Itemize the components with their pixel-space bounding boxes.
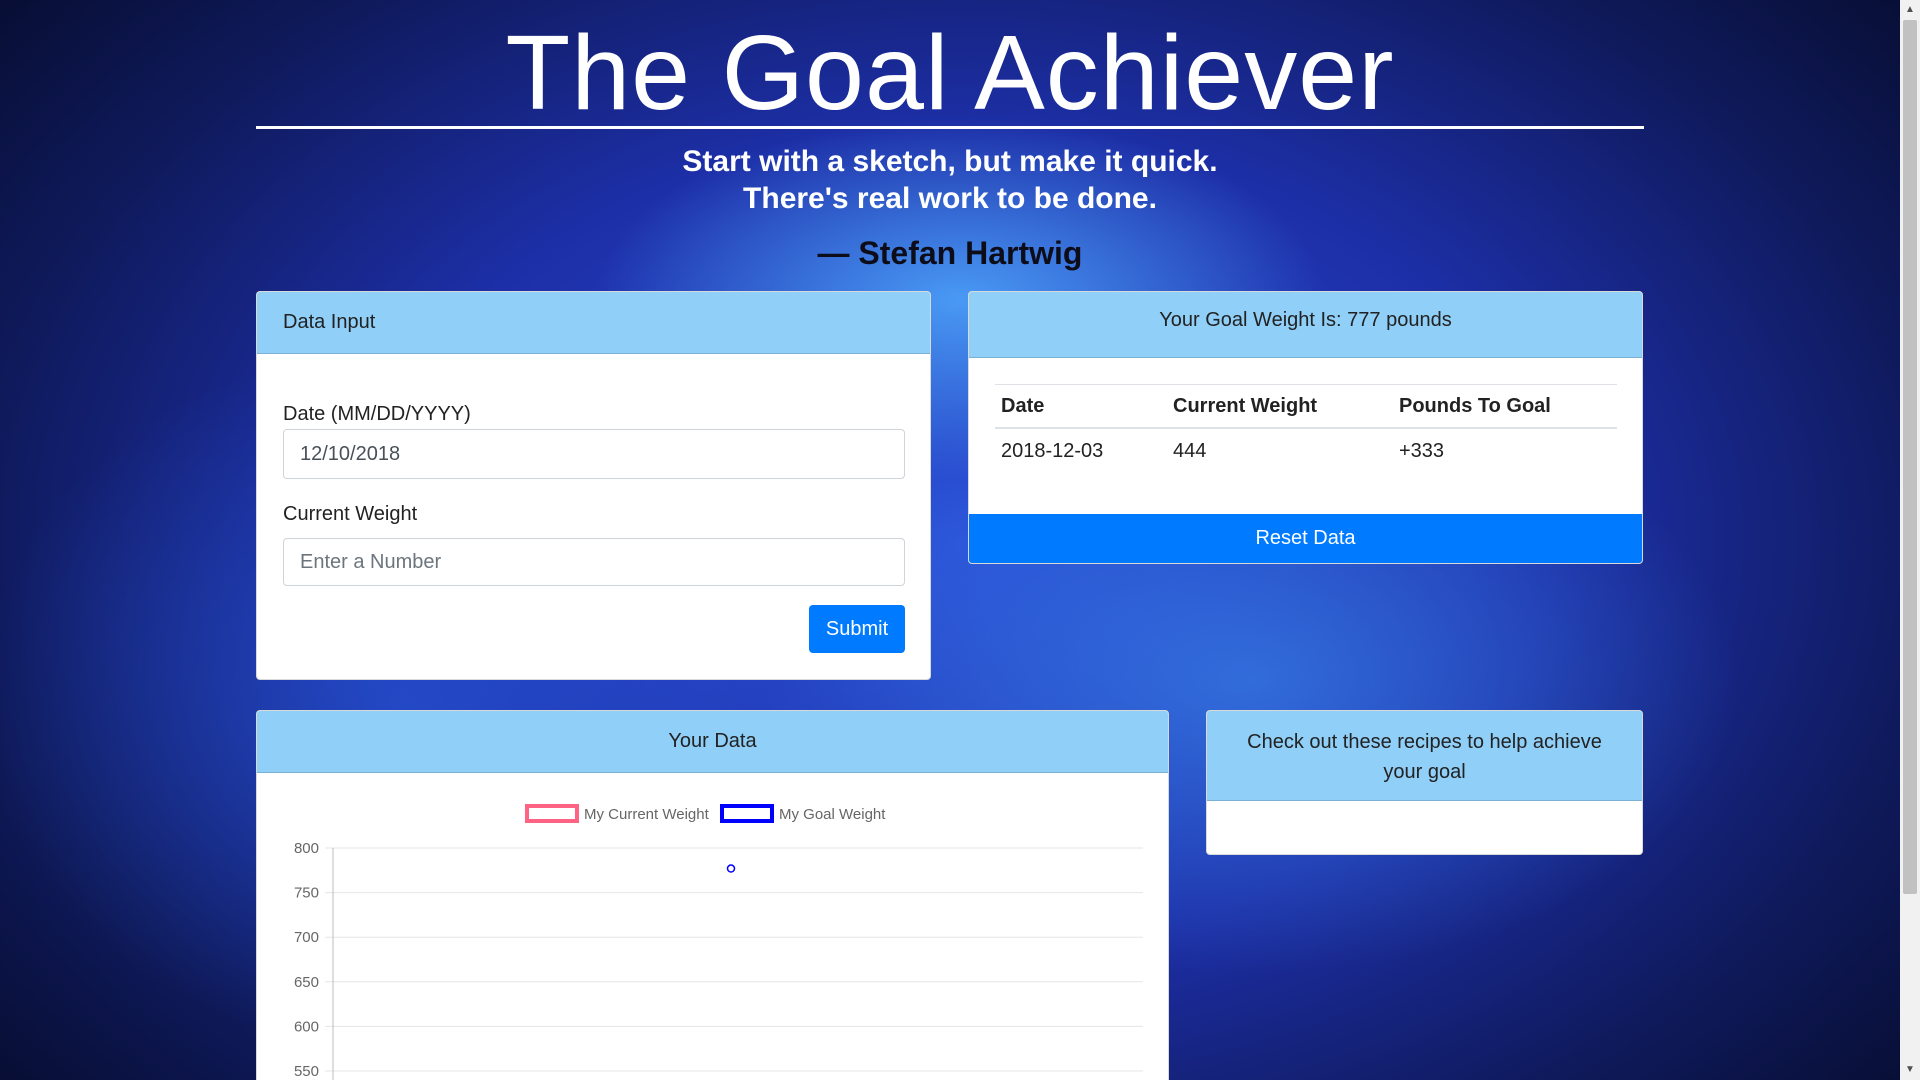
table-row: 2018-12-03 444 +333 [995, 428, 1617, 473]
data-input-card-title: Data Input [257, 292, 930, 354]
recipes-card-title: Check out these recipes to help achieve … [1207, 711, 1642, 801]
data-input-card: Data Input Date (MM/DD/YYYY) Current Wei… [256, 291, 931, 680]
column-header-date: Date [995, 384, 1167, 429]
scroll-down-arrow-icon[interactable]: ▼ [1900, 1060, 1920, 1080]
column-header-current-weight: Current Weight [1167, 384, 1393, 429]
table-header-row: Date Current Weight Pounds To Goal [995, 384, 1617, 429]
vertical-scrollbar[interactable]: ▲ ▼ [1900, 0, 1920, 1080]
y-tick-label: 750 [294, 885, 319, 902]
weight-history-table: Date Current Weight Pounds To Goal 2018-… [995, 384, 1617, 473]
row-current-weight: 444 [1173, 439, 1207, 462]
data-point-goal-weight [726, 864, 736, 873]
quote-line-1: Start with a sketch, but make it quick. [682, 145, 1218, 178]
recipes-card: Check out these recipes to help achieve … [1206, 710, 1643, 855]
row-pounds-to-goal: +333 [1399, 439, 1445, 462]
scroll-up-arrow-icon[interactable]: ▲ [1900, 0, 1920, 20]
current-weight-input[interactable] [283, 538, 905, 586]
scrollbar-thumb[interactable] [1903, 20, 1917, 894]
y-tick-label: 650 [294, 974, 319, 991]
submit-button[interactable]: Submit [809, 605, 905, 653]
goal-weight-title: Your Goal Weight Is: 777 pounds [969, 292, 1642, 358]
legend-swatch-current-weight [525, 804, 579, 823]
page-header: The Goal Achiever Start with a sketch, b… [256, 0, 1644, 272]
reset-data-button[interactable]: Reset Data [969, 514, 1642, 563]
page-title: The Goal Achiever [505, 14, 1395, 132]
y-tick-label: 800 [294, 840, 319, 857]
date-label: Date (MM/DD/YYYY) [283, 403, 471, 425]
legend-swatch-goal-weight [720, 804, 774, 823]
chart-card-title: Your Data [257, 711, 1168, 773]
legend-label: My Current Weight [584, 806, 710, 823]
y-tick-label: 700 [294, 929, 319, 946]
weight-chart: My Current Weight My Goal Weight 800 750 700… [294, 804, 1143, 1080]
row-date: 2018-12-03 [1001, 439, 1104, 462]
goal-weight-card: Your Goal Weight Is: 777 pounds Date Cur… [968, 291, 1643, 564]
quote-author: — Stefan Hartwig [817, 235, 1083, 271]
y-tick-label: 550 [294, 1063, 319, 1080]
y-tick-label: 600 [294, 1018, 319, 1035]
column-header-pounds-to-goal: Pounds To Goal [1393, 384, 1617, 429]
date-input[interactable] [283, 429, 905, 479]
quote-line-2: There's real work to be done. [743, 182, 1157, 215]
your-data-chart-card: Your Data My Current Weight My Goal Weigh… [256, 710, 1169, 1080]
current-weight-label: Current Weight [283, 503, 418, 525]
quote: Start with a sketch, but make it quick. … [256, 143, 1644, 217]
legend-label: My Goal Weight [779, 806, 886, 823]
